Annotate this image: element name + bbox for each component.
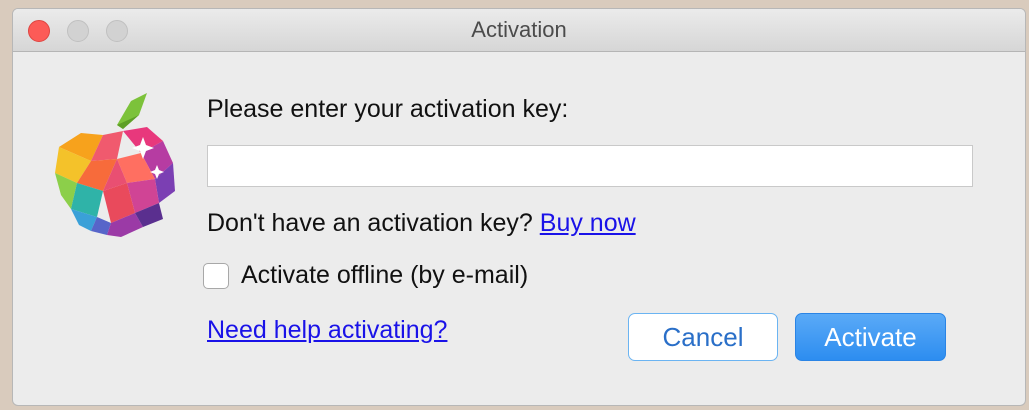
- zoom-window-button[interactable]: [106, 20, 128, 42]
- window-title: Activation: [471, 17, 567, 42]
- activate-button[interactable]: Activate: [795, 313, 946, 361]
- buy-now-link[interactable]: Buy now: [540, 209, 636, 237]
- cancel-button[interactable]: Cancel: [628, 313, 778, 361]
- minimize-window-button[interactable]: [67, 20, 89, 42]
- activation-key-prompt: Please enter your activation key:: [207, 95, 569, 123]
- polygon-apple-icon: [55, 93, 175, 237]
- close-window-button[interactable]: [28, 20, 50, 42]
- need-help-link[interactable]: Need help activating?: [207, 316, 447, 345]
- no-key-row: Don't have an activation key? Buy now: [207, 209, 636, 238]
- title-bar[interactable]: Activation: [13, 9, 1025, 52]
- no-key-text: Don't have an activation key?: [207, 209, 533, 237]
- activate-offline-option[interactable]: Activate offline (by e-mail): [203, 261, 528, 290]
- activation-key-input[interactable]: [207, 145, 973, 187]
- activation-window: Activation Please enter your activation …: [12, 8, 1026, 406]
- activate-offline-label[interactable]: Activate offline (by e-mail): [241, 261, 528, 290]
- activate-offline-checkbox[interactable]: [203, 262, 229, 289]
